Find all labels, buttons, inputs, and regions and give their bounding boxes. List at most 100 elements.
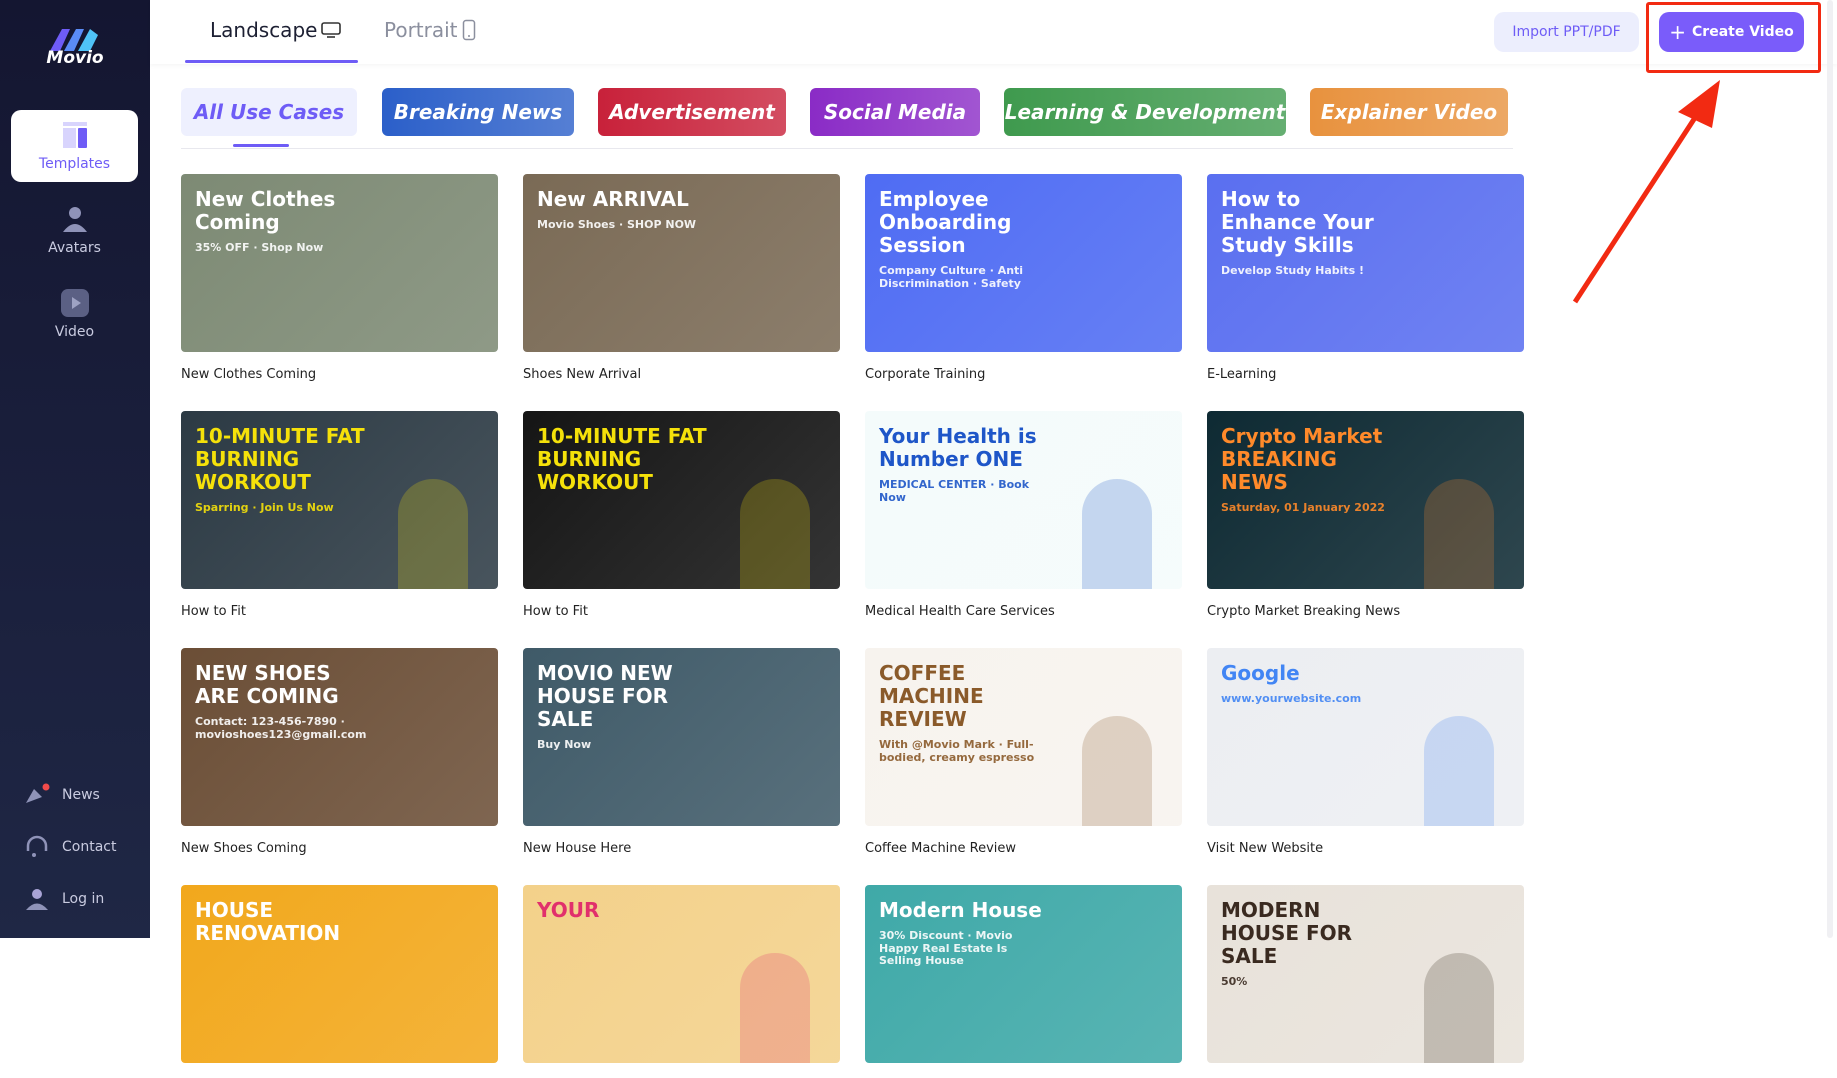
thumbnail-subtext: 35% OFF · Shop Now [195, 241, 324, 254]
sidebar-item-avatars[interactable]: Avatars [11, 194, 138, 266]
thumbnail-subtext: Saturday, 01 January 2022 [1221, 501, 1385, 514]
template-card[interactable]: 10-MINUTE FAT BURNING WORKOUT How to Fit [523, 411, 840, 619]
presenter-figure [1424, 953, 1494, 1063]
template-thumbnail[interactable]: MODERN HOUSE FOR SALE 50% [1207, 885, 1524, 1063]
active-category-indicator [233, 144, 289, 147]
annotation-highlight-box [1646, 2, 1821, 73]
template-thumbnail[interactable]: Crypto Market BREAKING NEWS Saturday, 01… [1207, 411, 1524, 589]
category-chip[interactable]: All Use Cases [181, 88, 357, 136]
thumbnail-subtext: Contact: 123-456-7890 · movioshoes123@gm… [195, 715, 367, 741]
presenter-figure [1082, 479, 1152, 589]
phone-icon [462, 19, 475, 41]
tab-portrait[interactable]: Portrait [384, 18, 476, 42]
tab-label: Portrait [384, 18, 458, 42]
template-thumbnail[interactable]: Google www.yourwebsite.com [1207, 648, 1524, 826]
template-card[interactable]: COFFEE MACHINE REVIEW With @Movio Mark ·… [865, 648, 1182, 856]
headset-icon [26, 835, 48, 857]
template-card[interactable]: NEW SHOES ARE COMING Contact: 123-456-78… [181, 648, 498, 856]
category-chip[interactable]: Advertisement [598, 88, 786, 136]
thumbnail-subtext: MEDICAL CENTER · Book Now [879, 478, 1030, 504]
template-title: Visit New Website [1207, 841, 1324, 856]
template-thumbnail[interactable]: How to Enhance Your Study Skills Develop… [1207, 174, 1524, 352]
chip-label: Breaking News [393, 100, 563, 124]
presenter-figure [1082, 242, 1152, 352]
template-title: E-Learning [1207, 367, 1277, 382]
template-card[interactable]: 10-MINUTE FAT BURNING WORKOUT Sparring ·… [181, 411, 498, 619]
presenter-figure [398, 716, 468, 826]
sidebar-item-templates[interactable]: Templates [11, 110, 138, 182]
template-card[interactable]: Your Health is Number ONE MEDICAL CENTER… [865, 411, 1182, 619]
template-thumbnail[interactable]: New Clothes Coming 35% OFF · Shop Now [181, 174, 498, 352]
category-chip[interactable]: Social Media [810, 88, 980, 136]
template-card[interactable]: HOUSE RENOVATION [181, 885, 498, 1078]
template-thumbnail[interactable]: Employee Onboarding Session Company Cult… [865, 174, 1182, 352]
template-thumbnail[interactable]: MOVIO NEW HOUSE FOR SALE Buy Now [523, 648, 840, 826]
template-card[interactable]: Employee Onboarding Session Company Cult… [865, 174, 1182, 382]
tab-label: Landscape [210, 18, 318, 42]
thumbnail-headline: Modern House [879, 898, 1042, 922]
thumbnail-headline: Google [1221, 661, 1300, 685]
presenter-figure [1424, 242, 1494, 352]
thumbnail-headline: MOVIO NEW HOUSE FOR SALE [537, 661, 673, 731]
template-thumbnail[interactable]: HOUSE RENOVATION [181, 885, 498, 1063]
template-thumbnail[interactable]: Your Health is Number ONE MEDICAL CENTER… [865, 411, 1182, 589]
presenter-figure [1424, 479, 1494, 589]
thumbnail-headline: MODERN HOUSE FOR SALE [1221, 898, 1353, 968]
templates-icon [62, 122, 87, 148]
template-thumbnail[interactable]: 10-MINUTE FAT BURNING WORKOUT Sparring ·… [181, 411, 498, 589]
user-icon [26, 889, 48, 910]
thumbnail-headline: Your Health is Number ONE [879, 424, 1037, 471]
sidebar-item-label: Templates [38, 156, 111, 172]
chip-label: Advertisement [609, 100, 775, 124]
chip-label: Learning & Development [1004, 100, 1286, 124]
template-card[interactable]: MODERN HOUSE FOR SALE 50% [1207, 885, 1524, 1078]
category-chip[interactable]: Learning & Development [1004, 88, 1286, 136]
template-card[interactable]: Crypto Market BREAKING NEWS Saturday, 01… [1207, 411, 1524, 619]
presenter-figure [398, 242, 468, 352]
presenter-figure [740, 242, 810, 352]
scrollbar[interactable] [1827, 0, 1833, 938]
template-card[interactable]: YOUR [523, 885, 840, 1078]
thumbnail-headline: YOUR [537, 898, 600, 922]
sidebar-item-label: Avatars [48, 240, 101, 256]
template-thumbnail[interactable]: Modern House 30% Discount · Movio Happy … [865, 885, 1182, 1063]
thumbnail-subtext: Sparring · Join Us Now [195, 501, 334, 514]
template-thumbnail[interactable]: New ARRIVAL Movio Shoes · SHOP NOW [523, 174, 840, 352]
chip-label: Explainer Video [1320, 100, 1498, 124]
sidebar-item-video[interactable]: Video [11, 278, 138, 350]
template-title: New House Here [523, 841, 632, 856]
presenter-figure [1082, 953, 1152, 1063]
thumbnail-subtext: 50% [1221, 975, 1248, 988]
template-card[interactable]: New ARRIVAL Movio Shoes · SHOP NOW Shoes… [523, 174, 840, 382]
template-card[interactable]: MOVIO NEW HOUSE FOR SALE Buy Now New Hou… [523, 648, 840, 856]
template-title: Corporate Training [865, 367, 986, 382]
import-ppt-pdf-button[interactable]: Import PPT/PDF [1494, 12, 1639, 52]
template-thumbnail[interactable]: NEW SHOES ARE COMING Contact: 123-456-78… [181, 648, 498, 826]
template-card[interactable]: Modern House 30% Discount · Movio Happy … [865, 885, 1182, 1078]
template-title: Shoes New Arrival [523, 367, 642, 382]
template-thumbnail[interactable]: COFFEE MACHINE REVIEW With @Movio Mark ·… [865, 648, 1182, 826]
template-card[interactable]: Google www.yourwebsite.com Visit New Web… [1207, 648, 1524, 856]
template-title: How to Fit [523, 604, 588, 619]
template-card[interactable]: How to Enhance Your Study Skills Develop… [1207, 174, 1524, 382]
thumbnail-headline: COFFEE MACHINE REVIEW [879, 661, 984, 731]
megaphone-icon [26, 783, 50, 803]
sidebar-item-news[interactable]: News [24, 783, 100, 807]
sidebar-item-login[interactable]: Log in [24, 887, 104, 911]
sidebar: Movio Templates Avatars Video News Conta… [0, 0, 150, 938]
monitor-icon [321, 22, 342, 38]
category-chip[interactable]: Breaking News [382, 88, 574, 136]
template-card[interactable]: New Clothes Coming 35% OFF · Shop Now Ne… [181, 174, 498, 382]
category-chip[interactable]: Explainer Video [1310, 88, 1508, 136]
contact-label: Contact [62, 839, 117, 855]
thumbnail-headline: HOUSE RENOVATION [195, 898, 341, 945]
active-tab-indicator [185, 60, 358, 63]
login-label: Log in [62, 891, 105, 907]
avatar-icon [62, 207, 87, 232]
sidebar-item-contact[interactable]: Contact [24, 835, 116, 859]
template-thumbnail[interactable]: YOUR [523, 885, 840, 1063]
thumbnail-headline: 10-MINUTE FAT BURNING WORKOUT [195, 424, 365, 494]
template-title: New Shoes Coming [181, 841, 307, 856]
template-thumbnail[interactable]: 10-MINUTE FAT BURNING WORKOUT [523, 411, 840, 589]
tab-landscape[interactable]: Landscape [210, 18, 342, 42]
